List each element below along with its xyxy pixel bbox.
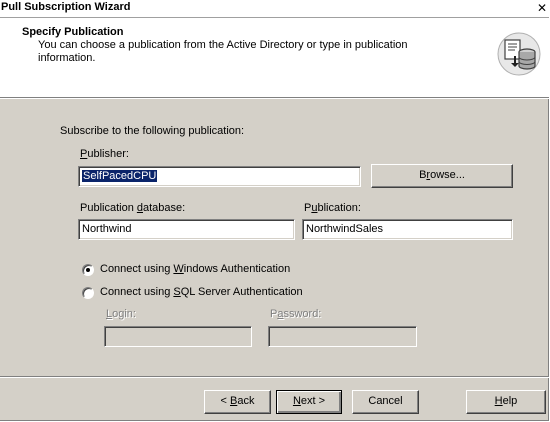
- publisher-value: SelfPacedCPU: [82, 170, 158, 182]
- cancel-button[interactable]: Cancel: [352, 390, 419, 414]
- sql-auth-label[interactable]: Connect using SQL Server Authentication: [100, 286, 303, 298]
- sql-auth-radio[interactable]: [82, 287, 94, 299]
- password-label: Password:: [270, 308, 322, 320]
- radio-selected-dot: [86, 268, 90, 272]
- close-icon[interactable]: ✕: [535, 0, 549, 16]
- publication-label: Publication:: [304, 202, 361, 214]
- back-button[interactable]: < Back: [204, 390, 271, 414]
- windows-auth-label[interactable]: Connect using Windows Authentication: [100, 263, 290, 275]
- publication-database-icon: [497, 32, 541, 76]
- windows-auth-radio[interactable]: [82, 264, 94, 276]
- publication-database-value: Northwind: [82, 223, 132, 235]
- publication-value: NorthwindSales: [306, 223, 384, 235]
- publication-database-label: Publication database:: [80, 202, 186, 214]
- window-title: Pull Subscription Wizard: [1, 1, 131, 13]
- wizard-header: Specify Publication You can choose a pub…: [0, 18, 549, 98]
- publication-database-input[interactable]: Northwind: [78, 219, 295, 240]
- publisher-label: Publisher:: [80, 148, 129, 160]
- help-button[interactable]: Help: [466, 390, 546, 414]
- footer-separator: [0, 376, 549, 378]
- publisher-input[interactable]: SelfPacedCPU: [78, 166, 361, 187]
- page-description: You can choose a publication from the Ac…: [38, 39, 408, 64]
- wizard-window: Pull Subscription Wizard ✕ Specify Publi…: [0, 0, 549, 421]
- subscribe-intro-label: Subscribe to the following publication:: [60, 125, 245, 137]
- publication-input[interactable]: NorthwindSales: [302, 219, 513, 240]
- page-title: Specify Publication: [22, 26, 124, 38]
- next-button[interactable]: Next >: [276, 390, 342, 414]
- browse-button[interactable]: Browse...: [371, 164, 513, 188]
- login-label: Login:: [106, 308, 136, 320]
- login-input[interactable]: [104, 326, 252, 347]
- password-input[interactable]: [268, 326, 417, 347]
- title-bar[interactable]: Pull Subscription Wizard ✕: [0, 0, 549, 18]
